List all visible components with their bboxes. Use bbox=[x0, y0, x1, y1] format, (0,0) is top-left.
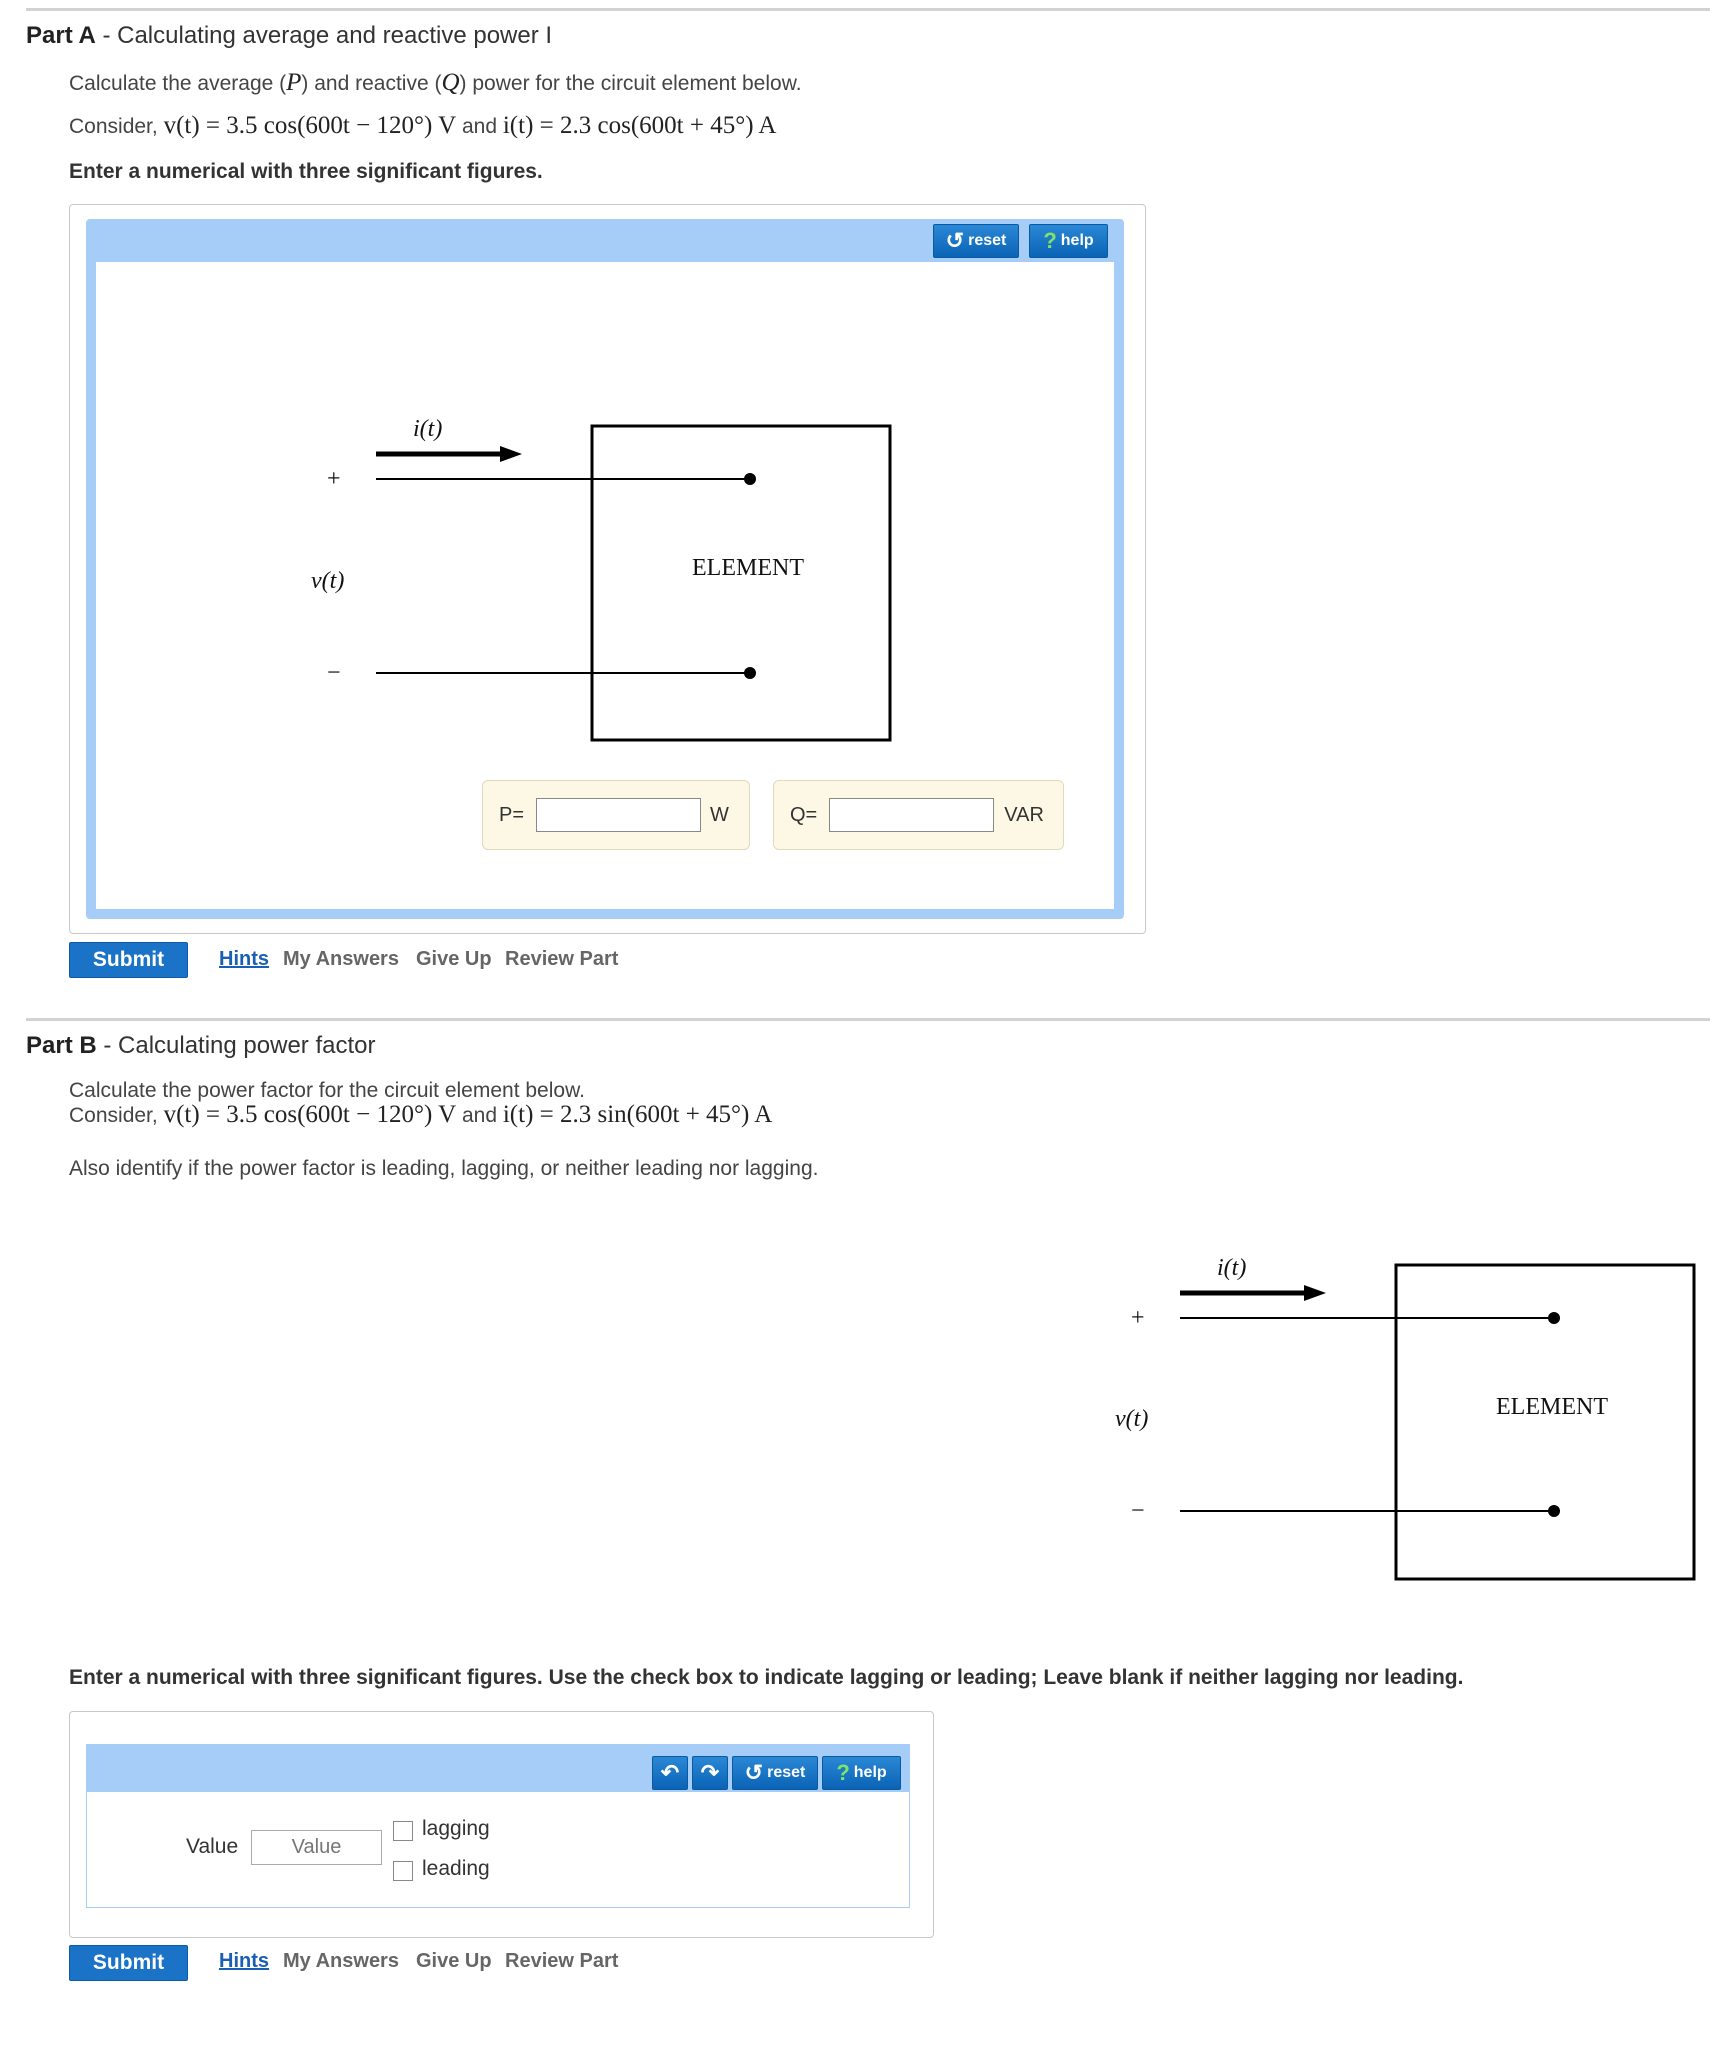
part-b-help-button[interactable]: ? help bbox=[822, 1756, 901, 1790]
part-b-review-part-link[interactable]: Review Part bbox=[505, 1950, 618, 1973]
part-b-undo-button[interactable]: ↶ bbox=[652, 1756, 688, 1790]
leading-checkbox[interactable] bbox=[393, 1861, 413, 1881]
part-b-instruction: Enter a numerical with three significant… bbox=[69, 1666, 1464, 1689]
part-b-hints-link[interactable]: Hints bbox=[219, 1950, 269, 1973]
leading-label: leading bbox=[422, 1857, 490, 1880]
part-b-current-label: i(t) bbox=[1217, 1255, 1247, 1281]
part-b-element-label: ELEMENT bbox=[1496, 1394, 1608, 1420]
part-b-submit-button[interactable]: Submit bbox=[69, 1945, 188, 1981]
part-b-plus-sign: + bbox=[1131, 1305, 1145, 1331]
part-b-give-up-link[interactable]: Give Up bbox=[416, 1950, 492, 1973]
bottom-terminal bbox=[1548, 1505, 1560, 1517]
help-icon: ? bbox=[836, 1760, 850, 1785]
value-label: Value bbox=[186, 1835, 239, 1858]
part-b-voltage-label: v(t) bbox=[1115, 1406, 1149, 1432]
part-b-my-answers-link[interactable]: My Answers bbox=[283, 1950, 399, 1973]
reset-icon: ↺ bbox=[744, 1760, 764, 1785]
lagging-label: lagging bbox=[422, 1817, 490, 1840]
current-arrow-head bbox=[1304, 1285, 1326, 1301]
top-terminal bbox=[1548, 1312, 1560, 1324]
redo-icon: ↷ bbox=[700, 1760, 720, 1785]
element-box bbox=[1394, 1263, 1696, 1581]
lagging-checkbox[interactable] bbox=[393, 1821, 413, 1841]
value-input[interactable] bbox=[251, 1830, 382, 1865]
part-b-reset-button[interactable]: ↺ reset bbox=[732, 1756, 818, 1790]
undo-icon: ↶ bbox=[660, 1760, 680, 1785]
part-b-redo-button[interactable]: ↷ bbox=[692, 1756, 728, 1790]
part-b-minus-sign: − bbox=[1131, 1498, 1145, 1524]
